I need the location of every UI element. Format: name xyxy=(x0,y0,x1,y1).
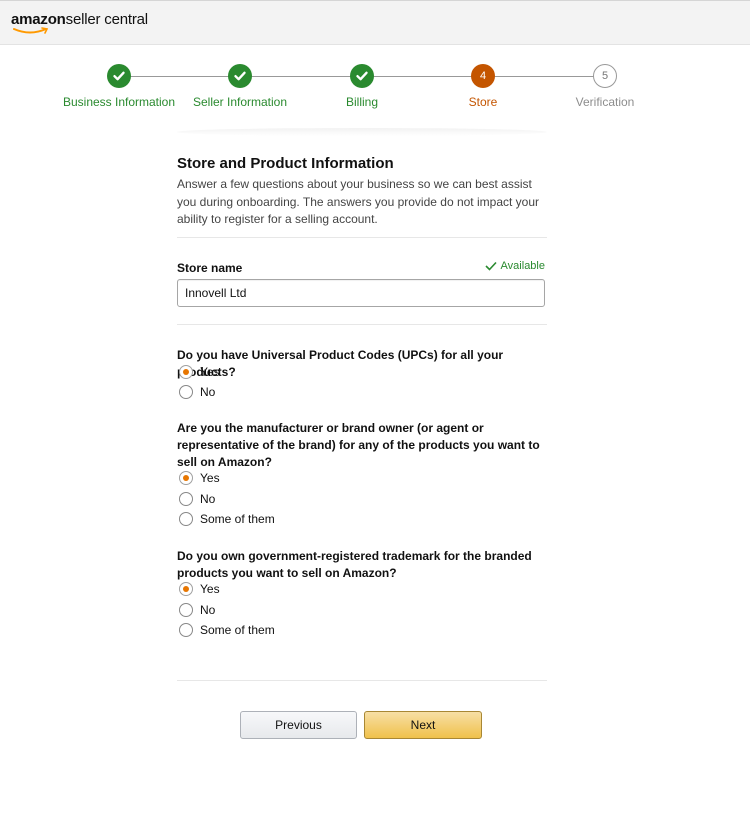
radio-label: Some of them xyxy=(200,623,275,637)
radio-label: No xyxy=(200,385,216,399)
step-number: 4 xyxy=(471,64,495,88)
question-brand-owner: Are you the manufacturer or brand owner … xyxy=(177,421,540,469)
step-label: Store xyxy=(468,95,498,109)
step-label: Business Information xyxy=(62,95,176,109)
question-upc: Do you have Universal Product Codes (UPC… xyxy=(177,348,504,379)
radio-selected-icon[interactable] xyxy=(179,365,193,379)
radio-selected-icon[interactable] xyxy=(179,471,193,485)
radio-label: Yes xyxy=(200,471,220,485)
store-name-label: Store name xyxy=(177,261,243,275)
logo-product: seller central xyxy=(65,11,148,28)
radio-brand-yes[interactable]: Yes xyxy=(179,471,220,485)
store-name-row: Store name Available xyxy=(177,259,547,279)
progress-stepper: Business Information Seller Information … xyxy=(0,60,750,120)
radio-selected-icon[interactable] xyxy=(179,582,193,596)
radio-icon[interactable] xyxy=(179,385,193,399)
store-product-form: Store and Product Information Answer a f… xyxy=(177,155,547,681)
question-trademark: Do you own government-registered tradema… xyxy=(177,549,532,580)
step-seller-information: Seller Information xyxy=(175,60,305,109)
radio-label: Yes xyxy=(200,582,220,596)
radio-icon[interactable] xyxy=(179,623,193,637)
step-label: Billing xyxy=(345,95,378,109)
store-name-input[interactable] xyxy=(177,279,545,307)
step-number: 5 xyxy=(593,64,617,88)
radio-trademark-no[interactable]: No xyxy=(179,603,215,617)
step-business-information: Business Information xyxy=(54,60,184,109)
previous-button[interactable]: Previous xyxy=(240,711,357,739)
top-bar: amazonseller central xyxy=(0,0,750,45)
next-button[interactable]: Next xyxy=(364,711,482,739)
logo-brand: amazon xyxy=(11,11,66,28)
radio-trademark-yes[interactable]: Yes xyxy=(179,582,220,596)
radio-upc-no[interactable]: No xyxy=(179,385,215,399)
divider xyxy=(177,680,547,681)
amazon-smile-icon xyxy=(13,27,49,34)
radio-label: Some of them xyxy=(200,512,275,526)
radio-brand-some[interactable]: Some of them xyxy=(179,512,275,526)
step-billing: Billing xyxy=(297,60,427,109)
radio-label: No xyxy=(200,603,216,617)
radio-brand-no[interactable]: No xyxy=(179,492,215,506)
availability-status: Available xyxy=(484,260,545,272)
step-verification: 5 Verification xyxy=(540,60,670,109)
availability-text: Available xyxy=(500,260,545,272)
step-label: Verification xyxy=(575,95,635,109)
amazon-seller-central-logo[interactable]: amazonseller central xyxy=(11,11,148,28)
divider xyxy=(177,324,547,325)
radio-trademark-some[interactable]: Some of them xyxy=(179,623,275,637)
check-icon xyxy=(107,64,131,88)
check-icon xyxy=(350,64,374,88)
radio-label: No xyxy=(200,492,216,506)
radio-label: Yes xyxy=(200,365,220,379)
check-icon xyxy=(228,64,252,88)
radio-icon[interactable] xyxy=(179,603,193,617)
form-title: Store and Product Information xyxy=(177,155,394,172)
check-icon xyxy=(484,261,497,271)
divider xyxy=(177,237,547,238)
radio-upc-yes[interactable]: Yes xyxy=(179,365,220,379)
radio-icon[interactable] xyxy=(179,492,193,506)
step-label: Seller Information xyxy=(192,95,288,109)
form-description: Answer a few questions about your busine… xyxy=(177,177,539,226)
section-shadow xyxy=(177,128,547,136)
radio-icon[interactable] xyxy=(179,512,193,526)
step-store: 4 Store xyxy=(418,60,548,109)
